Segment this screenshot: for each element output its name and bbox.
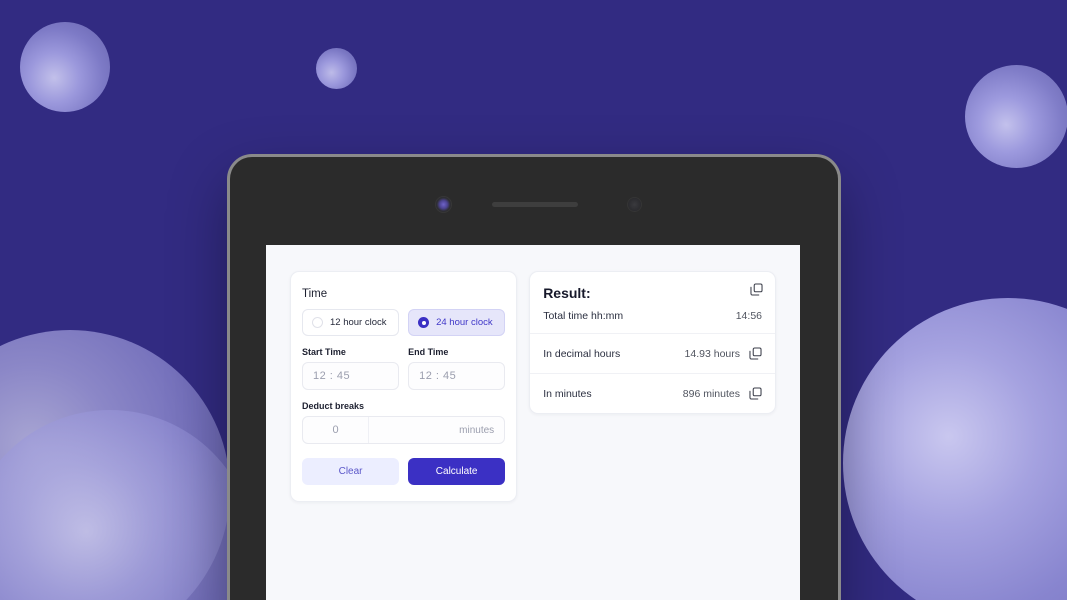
end-time-input[interactable]: 12 : 45 bbox=[408, 362, 506, 390]
app-screen: Time 12 hour clock 24 hour clock Start T… bbox=[266, 245, 800, 600]
result-header: Result: Total time hh:mm 14:56 bbox=[530, 272, 775, 334]
decorative-sphere-top-left bbox=[20, 22, 110, 112]
decorative-sphere-bottom-left-a bbox=[0, 330, 230, 600]
result-total-value: 14:56 bbox=[735, 310, 762, 322]
time-fields-row: Start Time 12 : 45 End Time 12 : 45 bbox=[302, 347, 506, 390]
time-section-label: Time bbox=[302, 288, 328, 300]
tablet-device: Time 12 hour clock 24 hour clock Start T… bbox=[230, 157, 838, 600]
end-time-value: 12 : 45 bbox=[419, 370, 457, 382]
result-decimal-hours-right: 14.93 hours bbox=[685, 347, 762, 360]
result-total-key: Total time hh:mm bbox=[543, 310, 624, 322]
end-time-group: End Time 12 : 45 bbox=[408, 347, 506, 390]
start-time-value: 12 : 45 bbox=[313, 370, 351, 382]
result-decimal-hours-key: In decimal hours bbox=[543, 347, 621, 360]
form-actions: Clear Calculate bbox=[302, 458, 506, 485]
calculate-button[interactable]: Calculate bbox=[408, 458, 506, 485]
result-row-minutes: In minutes 896 minutes bbox=[530, 374, 775, 413]
deduct-breaks-input[interactable]: 0 minutes bbox=[302, 416, 506, 444]
decorative-sphere-bottom-right bbox=[843, 298, 1067, 600]
start-time-group: Start Time 12 : 45 bbox=[302, 347, 400, 390]
end-time-label: End Time bbox=[408, 347, 449, 357]
speaker-grille-icon bbox=[492, 202, 578, 207]
radio-24-hour-clock[interactable]: 24 hour clock bbox=[408, 309, 506, 336]
decorative-sphere-top-right bbox=[965, 65, 1067, 168]
result-minutes-value: 896 minutes bbox=[682, 387, 740, 400]
result-card: Result: Total time hh:mm 14:56 In decima… bbox=[529, 271, 776, 414]
radio-dot-selected-icon bbox=[418, 317, 430, 328]
result-minutes-right: 896 minutes bbox=[683, 387, 762, 400]
decorative-sphere-bottom-left-b bbox=[0, 410, 255, 600]
copy-icon[interactable] bbox=[749, 387, 762, 400]
result-title: Result: bbox=[543, 285, 591, 301]
clock-format-group: 12 hour clock 24 hour clock bbox=[302, 309, 506, 336]
deduct-breaks-label: Deduct breaks bbox=[302, 401, 365, 411]
backdrop: Time 12 hour clock 24 hour clock Start T… bbox=[0, 0, 1067, 600]
app-content: Time 12 hour clock 24 hour clock Start T… bbox=[266, 245, 800, 528]
decorative-sphere-top-mid bbox=[316, 48, 357, 89]
result-minutes-key: In minutes bbox=[543, 387, 592, 400]
start-time-input[interactable]: 12 : 45 bbox=[302, 362, 400, 390]
deduct-breaks-unit: minutes bbox=[459, 424, 495, 436]
result-row-decimal-hours: In decimal hours 14.93 hours bbox=[530, 334, 775, 374]
copy-icon[interactable] bbox=[749, 347, 762, 360]
result-total-row: Total time hh:mm 14:56 bbox=[543, 310, 762, 322]
result-decimal-hours-value: 14.93 hours bbox=[684, 347, 740, 360]
radio-24-hour-label: 24 hour clock bbox=[436, 317, 493, 328]
sensor-icon bbox=[628, 198, 641, 211]
radio-dot-icon bbox=[312, 317, 323, 328]
radio-12-hour-clock[interactable]: 12 hour clock bbox=[302, 309, 400, 336]
start-time-label: Start Time bbox=[302, 347, 346, 357]
clear-button[interactable]: Clear bbox=[302, 458, 400, 485]
camera-icon bbox=[436, 197, 451, 212]
time-input-card: Time 12 hour clock 24 hour clock Start T… bbox=[290, 271, 518, 502]
deduct-breaks-value[interactable]: 0 bbox=[303, 417, 369, 443]
device-top-bezel bbox=[230, 157, 838, 245]
copy-icon[interactable] bbox=[750, 283, 763, 296]
radio-12-hour-label: 12 hour clock bbox=[330, 317, 387, 328]
